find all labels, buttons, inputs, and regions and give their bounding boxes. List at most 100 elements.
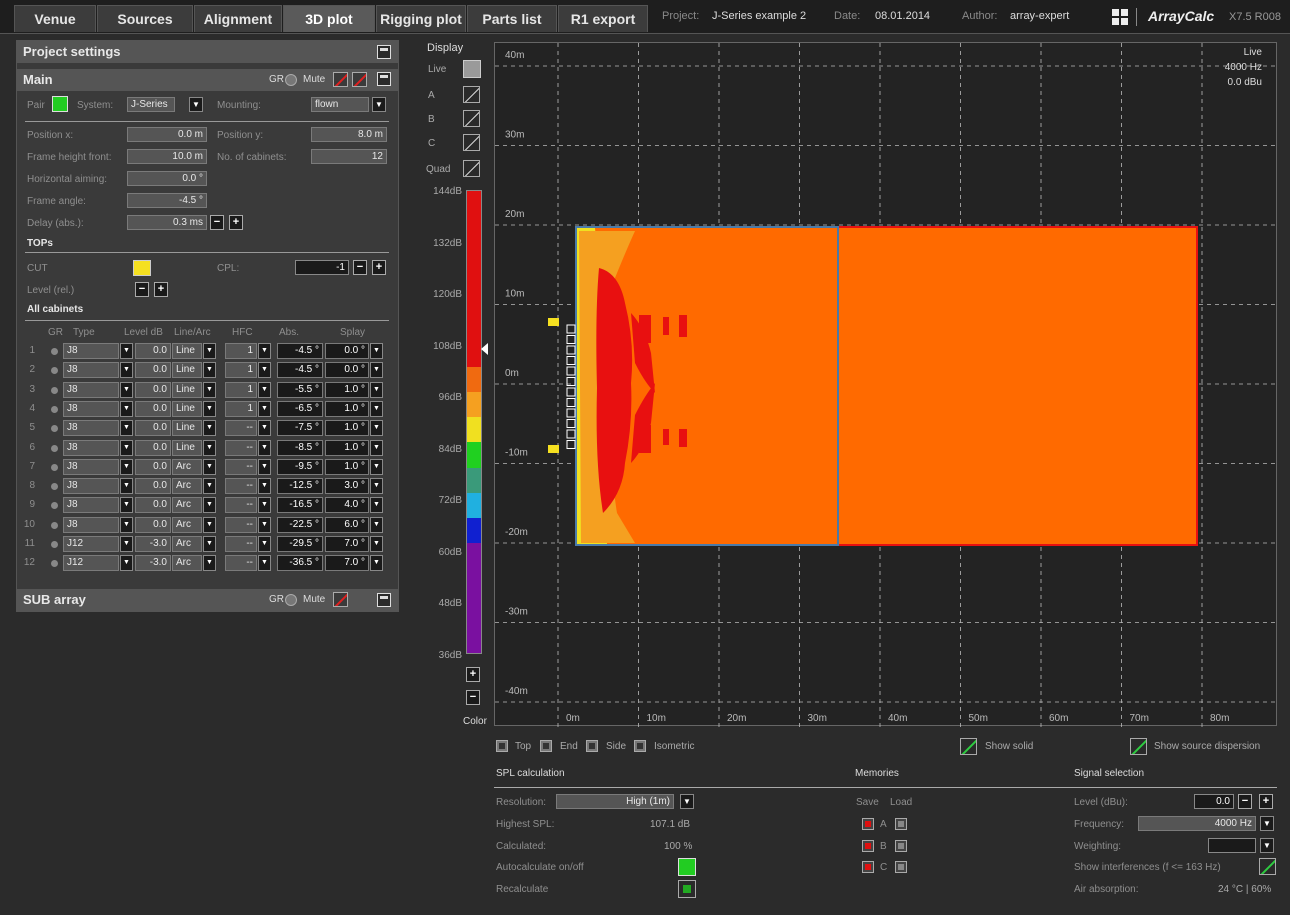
windows-icon[interactable] bbox=[1112, 9, 1128, 25]
row-level[interactable]: 0.0 bbox=[135, 343, 171, 359]
row-splay[interactable]: 0.0 ° bbox=[325, 362, 369, 379]
row-hfc[interactable]: 1 bbox=[225, 362, 257, 379]
tab-3d-plot[interactable]: 3D plot bbox=[283, 5, 375, 32]
cpl-plus-button[interactable]: + bbox=[372, 260, 386, 275]
row-line-arc-dropdown[interactable]: ▼ bbox=[203, 478, 216, 495]
pair-checkbox[interactable] bbox=[52, 96, 68, 112]
frame-angle-input[interactable]: -4.5 ° bbox=[127, 193, 207, 208]
system-select[interactable]: J-Series bbox=[127, 97, 175, 112]
memory-a-load-button[interactable] bbox=[895, 818, 907, 830]
row-splay[interactable]: 1.0 ° bbox=[325, 439, 369, 456]
row-abs-angle[interactable]: -12.5 ° bbox=[277, 478, 323, 495]
row-line-arc[interactable]: Line bbox=[172, 400, 202, 417]
row-hfc[interactable]: -- bbox=[225, 478, 257, 495]
row-splay[interactable]: 1.0 ° bbox=[325, 458, 369, 475]
mounting-dropdown[interactable]: ▼ bbox=[372, 97, 386, 112]
view-iso-checkbox[interactable] bbox=[634, 740, 646, 752]
row-splay[interactable]: 7.0 ° bbox=[325, 536, 369, 552]
minimize-icon[interactable] bbox=[377, 45, 391, 59]
row-type[interactable]: J8 bbox=[63, 420, 119, 437]
memory-c-save-button[interactable] bbox=[862, 861, 874, 873]
row-type[interactable]: J8 bbox=[63, 439, 119, 456]
level-minus-button[interactable]: − bbox=[135, 282, 149, 297]
row-type[interactable]: J8 bbox=[63, 400, 119, 417]
row-gr-toggle[interactable] bbox=[51, 386, 58, 394]
scale-marker-icon[interactable] bbox=[481, 343, 488, 355]
row-splay[interactable]: 0.0 ° bbox=[325, 343, 369, 359]
row-abs-angle[interactable]: -6.5 ° bbox=[277, 400, 323, 417]
row-line-arc-dropdown[interactable]: ▼ bbox=[203, 343, 216, 359]
row-hfc-dropdown[interactable]: ▼ bbox=[258, 420, 271, 437]
row-abs-angle[interactable]: -9.5 ° bbox=[277, 458, 323, 475]
interference-toggle[interactable] bbox=[1259, 858, 1276, 875]
row-gr-toggle[interactable] bbox=[51, 502, 58, 510]
row-line-arc[interactable]: Arc bbox=[172, 497, 202, 514]
weighting-dropdown[interactable]: ▼ bbox=[1260, 838, 1274, 853]
row-gr-toggle[interactable] bbox=[51, 405, 58, 413]
row-line-arc[interactable]: Arc bbox=[172, 458, 202, 475]
row-line-arc-dropdown[interactable]: ▼ bbox=[203, 516, 216, 533]
frequency-select[interactable]: 4000 Hz bbox=[1138, 816, 1256, 831]
row-hfc[interactable]: -- bbox=[225, 555, 257, 572]
view-top-checkbox[interactable] bbox=[496, 740, 508, 752]
row-splay[interactable]: 1.0 ° bbox=[325, 420, 369, 437]
row-type-dropdown[interactable]: ▼ bbox=[120, 458, 133, 475]
scale-minus-button[interactable]: − bbox=[466, 690, 480, 705]
row-abs-angle[interactable]: -5.5 ° bbox=[277, 381, 323, 398]
row-line-arc-dropdown[interactable]: ▼ bbox=[203, 458, 216, 475]
row-type-dropdown[interactable]: ▼ bbox=[120, 516, 133, 533]
row-type-dropdown[interactable]: ▼ bbox=[120, 536, 133, 552]
row-hfc[interactable]: 1 bbox=[225, 400, 257, 417]
row-line-arc[interactable]: Line bbox=[172, 439, 202, 456]
row-type[interactable]: J8 bbox=[63, 458, 119, 475]
level-dbu-input[interactable]: 0.0 bbox=[1194, 794, 1234, 809]
tab-rigging-plot[interactable]: Rigging plot bbox=[376, 5, 466, 32]
delay-plus-button[interactable]: + bbox=[229, 215, 243, 230]
row-type[interactable]: J8 bbox=[63, 516, 119, 533]
row-hfc-dropdown[interactable]: ▼ bbox=[258, 497, 271, 514]
row-type[interactable]: J12 bbox=[63, 555, 119, 572]
mute-button-2[interactable] bbox=[352, 72, 367, 87]
row-line-arc-dropdown[interactable]: ▼ bbox=[203, 497, 216, 514]
spl-color-scale[interactable] bbox=[466, 190, 482, 654]
delay-minus-button[interactable]: − bbox=[210, 215, 224, 230]
row-gr-toggle[interactable] bbox=[51, 348, 58, 355]
row-splay-dropdown[interactable]: ▼ bbox=[370, 400, 383, 417]
gr-toggle[interactable] bbox=[285, 74, 297, 86]
row-line-arc-dropdown[interactable]: ▼ bbox=[203, 536, 216, 552]
row-type-dropdown[interactable]: ▼ bbox=[120, 420, 133, 437]
display-c-button[interactable] bbox=[463, 134, 480, 151]
frequency-dropdown[interactable]: ▼ bbox=[1260, 816, 1274, 831]
row-splay[interactable]: 7.0 ° bbox=[325, 555, 369, 572]
cpl-input[interactable]: -1 bbox=[295, 260, 349, 275]
row-line-arc-dropdown[interactable]: ▼ bbox=[203, 439, 216, 456]
h-aiming-input[interactable]: 0.0 ° bbox=[127, 171, 207, 186]
row-abs-angle[interactable]: -8.5 ° bbox=[277, 439, 323, 456]
row-type[interactable]: J8 bbox=[63, 478, 119, 495]
row-gr-toggle[interactable] bbox=[51, 483, 58, 491]
row-level[interactable]: -3.0 bbox=[135, 536, 171, 552]
row-splay-dropdown[interactable]: ▼ bbox=[370, 478, 383, 495]
memory-b-load-button[interactable] bbox=[895, 840, 907, 852]
row-type[interactable]: J8 bbox=[63, 381, 119, 398]
row-level[interactable]: 0.0 bbox=[135, 381, 171, 398]
tab-venue[interactable]: Venue bbox=[14, 5, 96, 32]
row-splay-dropdown[interactable]: ▼ bbox=[370, 458, 383, 475]
scale-plus-button[interactable]: + bbox=[466, 667, 480, 682]
row-level[interactable]: 0.0 bbox=[135, 458, 171, 475]
row-type-dropdown[interactable]: ▼ bbox=[120, 381, 133, 398]
memory-c-load-button[interactable] bbox=[895, 861, 907, 873]
row-splay-dropdown[interactable]: ▼ bbox=[370, 555, 383, 572]
row-splay[interactable]: 4.0 ° bbox=[325, 497, 369, 514]
row-line-arc[interactable]: Line bbox=[172, 381, 202, 398]
row-hfc[interactable]: 1 bbox=[225, 343, 257, 359]
view-side-checkbox[interactable] bbox=[586, 740, 598, 752]
row-splay[interactable]: 3.0 ° bbox=[325, 478, 369, 495]
row-gr-toggle[interactable] bbox=[51, 463, 58, 471]
row-splay-dropdown[interactable]: ▼ bbox=[370, 420, 383, 437]
row-hfc[interactable]: -- bbox=[225, 536, 257, 552]
resolution-dropdown[interactable]: ▼ bbox=[680, 794, 694, 809]
mounting-select[interactable]: flown bbox=[311, 97, 369, 112]
row-type-dropdown[interactable]: ▼ bbox=[120, 478, 133, 495]
row-type[interactable]: J12 bbox=[63, 536, 119, 552]
